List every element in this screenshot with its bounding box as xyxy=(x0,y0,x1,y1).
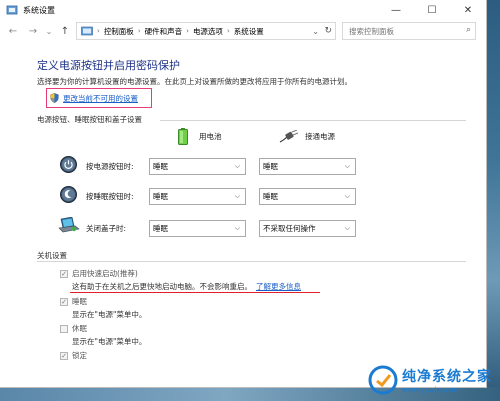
breadcrumb-hardware-sound[interactable]: 硬件和声音 xyxy=(145,26,183,37)
checkbox-check-icon: ✓ xyxy=(60,269,68,278)
sleep-button-plugged-select[interactable]: 睡眠 ⌵ xyxy=(259,188,356,205)
chevron-down-icon: ⌵ xyxy=(344,162,350,170)
close-lid-label: 关闭盖子时: xyxy=(86,224,127,233)
recent-locations-chevron-icon[interactable]: ⌄ xyxy=(42,27,56,36)
hibernate-hint: 显示在"电源"菜单中。 xyxy=(72,337,147,346)
laptop-lid-icon xyxy=(58,217,80,233)
checkbox-empty-icon xyxy=(60,324,68,333)
chevron-down-icon: ⌵ xyxy=(234,162,240,170)
watermark: 纯净系统之家 www.ycwjzy.com xyxy=(368,365,492,395)
power-button-icon xyxy=(60,156,77,173)
breadcrumb-separator: › xyxy=(186,27,189,35)
maximize-button[interactable]: ☐ xyxy=(414,0,450,20)
control-panel-icon xyxy=(6,5,18,15)
section-divider xyxy=(160,120,466,121)
up-arrow-icon[interactable]: ↑ xyxy=(58,26,72,37)
power-button-battery-select[interactable]: 睡眠 ⌵ xyxy=(149,158,246,175)
annotation-underline xyxy=(70,292,320,293)
close-lid-plugged-select[interactable]: 不采取任何操作 ⌵ xyxy=(259,220,356,237)
page-title: 定义电源按钮并启用密码保护 xyxy=(37,59,180,72)
breadcrumb-separator: › xyxy=(137,27,141,35)
system-settings-window: 系统设置 — ☐ ✕ ← → ⌄ ↑ › 控制面板 › 硬件和声音 › 电源选项… xyxy=(0,0,487,388)
shutdown-section-heading: 关机设置 xyxy=(37,251,67,260)
refresh-icon[interactable]: ↻ xyxy=(324,26,332,36)
chevron-down-icon: ⌵ xyxy=(234,192,240,200)
chevron-down-icon: ⌵ xyxy=(344,224,350,232)
sleep-button-label: 按睡眠按钮时: xyxy=(86,192,134,201)
breadcrumb-separator: › xyxy=(97,27,100,35)
change-unavailable-settings-link[interactable]: 更改当前不可用的设置 xyxy=(63,93,138,104)
checkbox-check-icon: ✓ xyxy=(60,297,68,306)
fast-startup-hint: 这有助于在关机之后更快地启动电脑。不会影响重启。 了解更多信息 xyxy=(72,282,301,291)
section-divider xyxy=(37,261,466,262)
power-button-label: 按电源按钮时: xyxy=(86,162,134,171)
watermark-url: www.ycwjzy.com xyxy=(402,386,461,394)
lock-checkbox[interactable]: ✓ 锁定 xyxy=(60,350,87,361)
change-settings-highlight: 更改当前不可用的设置 xyxy=(46,88,152,108)
window-title: 系统设置 xyxy=(23,5,55,15)
minimize-button[interactable]: — xyxy=(378,0,414,20)
sleep-button-battery-select[interactable]: 睡眠 ⌵ xyxy=(149,188,246,205)
uac-shield-icon xyxy=(50,93,59,103)
close-lid-battery-select[interactable]: 睡眠 ⌵ xyxy=(149,220,246,237)
breadcrumb-power-options[interactable]: 电源选项 xyxy=(193,26,223,37)
battery-icon xyxy=(178,128,188,145)
hibernate-checkbox[interactable]: 休眠 xyxy=(60,323,87,334)
chevron-down-icon: ⌵ xyxy=(234,224,240,232)
control-panel-crumb-icon xyxy=(81,26,93,36)
address-dropdown-icon[interactable]: ⌄ xyxy=(312,27,319,36)
search-input[interactable] xyxy=(347,25,461,37)
back-arrow-icon[interactable]: ← xyxy=(6,26,20,37)
power-plug-icon xyxy=(279,130,299,143)
sleep-button-icon xyxy=(60,186,77,203)
watermark-title: 纯净系统之家 xyxy=(402,369,492,385)
title-bar: 系统设置 — ☐ ✕ xyxy=(0,0,486,20)
power-button-plugged-select[interactable]: 睡眠 ⌵ xyxy=(259,158,356,175)
breadcrumb-control-panel[interactable]: 控制面板 xyxy=(104,26,134,37)
page-description: 选择要为你的计算机设置的电源设置。在此页上对设置所做的更改将应用于你所有的电源计… xyxy=(37,77,352,86)
address-bar[interactable]: › 控制面板 › 硬件和声音 › 电源选项 › 系统设置 ⌄ ↻ xyxy=(76,22,336,40)
search-box[interactable]: ⌕ xyxy=(342,22,476,40)
breadcrumb-system-settings[interactable]: 系统设置 xyxy=(234,26,264,37)
main-content: 定义电源按钮并启用密码保护 选择要为你的计算机设置的电源设置。在此页上对设置所做… xyxy=(0,44,486,387)
power-section-heading: 电源按钮、睡眠按钮和盖子设置 xyxy=(37,115,142,124)
forward-arrow-icon[interactable]: → xyxy=(26,26,40,37)
breadcrumb-separator: › xyxy=(226,27,230,35)
plugged-in-column-header: 接通电源 xyxy=(279,130,335,143)
close-button[interactable]: ✕ xyxy=(450,0,486,20)
chevron-down-icon: ⌵ xyxy=(344,192,350,200)
search-icon[interactable]: ⌕ xyxy=(466,25,471,35)
battery-column-header: 用电池 xyxy=(178,128,222,145)
checkbox-check-icon: ✓ xyxy=(60,351,68,360)
watermark-logo-icon xyxy=(368,365,398,395)
navigation-bar: ← → ⌄ ↑ › 控制面板 › 硬件和声音 › 电源选项 › 系统设置 ⌄ ↻… xyxy=(0,20,486,42)
fast-startup-checkbox[interactable]: ✓ 启用快速启动(推荐) xyxy=(60,268,138,279)
sleep-hint: 显示在"电源"菜单中。 xyxy=(72,310,147,319)
desktop-background-right xyxy=(486,0,500,401)
learn-more-link[interactable]: 了解更多信息 xyxy=(256,282,301,291)
sleep-checkbox[interactable]: ✓ 睡眠 xyxy=(60,296,87,307)
